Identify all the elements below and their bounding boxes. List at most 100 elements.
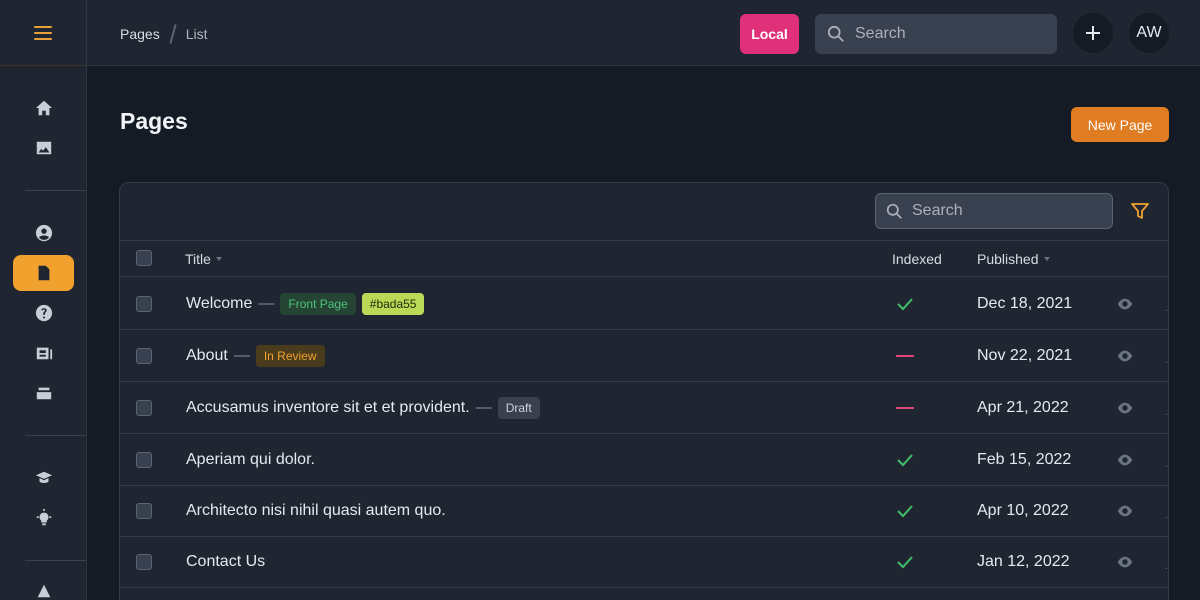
table-row[interactable]: About — In Review Nov 22, 2021 . <box>120 330 1168 382</box>
eye-icon[interactable] <box>1116 348 1134 364</box>
user-circle-icon <box>35 224 52 242</box>
table-row[interactable]: Aperiam qui dolor. Feb 15, 2022 . <box>120 434 1168 486</box>
sidebar-divider <box>25 190 86 191</box>
row-edge-icon: . <box>1165 459 1168 470</box>
row-published-date: Apr 21, 2022 <box>977 399 1069 416</box>
row-title[interactable]: Accusamus inventore sit et et provident.… <box>186 382 540 434</box>
row-published-date: Feb 15, 2022 <box>977 451 1072 468</box>
breadcrumb-list: List <box>185 26 208 42</box>
row-published-date: Apr 10, 2022 <box>977 502 1069 519</box>
environment-badge[interactable]: Local <box>740 14 799 54</box>
row-title-text: Contact Us <box>186 553 266 570</box>
column-title-label: Title <box>185 251 211 267</box>
document-icon <box>38 265 49 281</box>
row-checkbox[interactable] <box>136 400 152 416</box>
row-title[interactable]: About — In Review <box>186 330 325 382</box>
row-edge-icon: . <box>1165 407 1168 418</box>
eye-icon[interactable] <box>1116 503 1134 519</box>
eye-icon[interactable] <box>1116 400 1134 416</box>
stack-icon <box>36 387 51 400</box>
row-title-text: Aperiam qui dolor. <box>186 451 315 468</box>
warning-icon <box>37 584 50 598</box>
row-title[interactable]: Welcome — Front Page #bada55 <box>186 278 425 330</box>
topbar: Pages List Local AW <box>87 0 1200 66</box>
table-row[interactable]: Architecto nisi nihil quasi autem quo. A… <box>120 485 1168 537</box>
sidebar-item-pages[interactable] <box>13 255 74 291</box>
table-row[interactable]: Accusamus inventore sit et et provident.… <box>120 382 1168 434</box>
sidebar-divider <box>25 560 86 561</box>
home-icon <box>35 100 52 116</box>
dash-icon <box>896 407 914 409</box>
sidebar-item-users[interactable] <box>13 215 74 251</box>
title-dash: — <box>475 399 492 416</box>
row-title[interactable]: Architecto nisi nihil quasi autem quo. <box>186 485 446 537</box>
image-icon <box>36 141 51 155</box>
row-checkbox[interactable] <box>136 296 152 312</box>
table-row[interactable]: Contact Us Jan 12, 2022 . <box>120 536 1168 588</box>
eye-icon[interactable] <box>1116 554 1134 570</box>
sidebar-item-ideas[interactable] <box>13 500 74 536</box>
row-checkbox[interactable] <box>136 503 152 519</box>
sort-caret-icon <box>1043 257 1050 261</box>
column-indexed: Indexed <box>892 251 942 267</box>
menu-toggle-button[interactable] <box>0 0 86 66</box>
lightbulb-icon <box>36 509 51 526</box>
page-title: Pages <box>120 108 188 134</box>
sidebar-item-media[interactable] <box>13 130 74 166</box>
table-search[interactable] <box>875 193 1113 229</box>
sidebar-item-home[interactable] <box>13 90 74 126</box>
column-published[interactable]: Published <box>977 251 1050 267</box>
new-page-button[interactable]: New Page <box>1071 107 1169 142</box>
breadcrumb-pages[interactable]: Pages <box>120 26 160 42</box>
sidebar-item-learn[interactable] <box>13 460 74 496</box>
column-title[interactable]: Title <box>185 251 222 267</box>
sidebar-item-more[interactable] <box>13 584 74 600</box>
search-icon <box>886 203 902 219</box>
search-icon <box>827 25 844 42</box>
row-edge-icon: . <box>1165 510 1168 521</box>
breadcrumb-separator <box>169 24 177 44</box>
global-search-input[interactable] <box>855 14 1050 54</box>
sidebar-item-help[interactable] <box>13 295 74 331</box>
column-published-label: Published <box>977 251 1039 267</box>
row-title-text: Welcome <box>186 295 253 312</box>
eye-icon[interactable] <box>1116 452 1134 468</box>
sidebar-item-stack[interactable] <box>13 375 74 411</box>
tag-badge: Draft <box>497 397 540 419</box>
tag-badge: Front Page <box>280 293 356 315</box>
row-published-date: Nov 22, 2021 <box>977 347 1073 364</box>
sidebar-item-contacts[interactable] <box>13 335 74 371</box>
sort-caret-icon <box>215 257 222 261</box>
title-dash: — <box>258 295 275 312</box>
graduation-cap-icon <box>35 471 52 483</box>
check-icon <box>897 454 913 467</box>
row-published-date: Dec 18, 2021 <box>977 295 1073 312</box>
hamburger-icon <box>34 25 52 40</box>
help-icon <box>35 304 52 322</box>
select-all-checkbox[interactable] <box>136 250 152 266</box>
row-title-text: Accusamus inventore sit et et provident. <box>186 399 470 416</box>
sidebar <box>0 0 87 600</box>
row-checkbox[interactable] <box>136 554 152 570</box>
table-header: Title Indexed Published <box>120 240 1168 277</box>
row-title[interactable]: Aperiam qui dolor. <box>186 434 315 486</box>
user-avatar[interactable]: AW <box>1129 13 1169 53</box>
add-button[interactable] <box>1073 13 1113 53</box>
table-row[interactable]: Welcome — Front Page #bada55 Dec 18, 202… <box>120 278 1168 330</box>
row-title-text: About <box>186 347 228 364</box>
check-icon <box>897 556 913 569</box>
tag-badge: #bada55 <box>361 293 425 315</box>
row-checkbox[interactable] <box>136 348 152 364</box>
row-edge-icon: . <box>1165 303 1168 314</box>
check-icon <box>897 505 913 518</box>
dash-icon <box>896 355 914 357</box>
row-checkbox[interactable] <box>136 452 152 468</box>
global-search[interactable] <box>815 14 1057 54</box>
eye-icon[interactable] <box>1116 296 1134 312</box>
sidebar-divider <box>25 435 86 436</box>
row-title[interactable]: Contact Us <box>186 536 265 588</box>
filter-icon[interactable] <box>1130 201 1150 221</box>
check-icon <box>897 298 913 311</box>
table-search-input[interactable] <box>912 194 1102 228</box>
id-card-icon <box>36 347 52 360</box>
